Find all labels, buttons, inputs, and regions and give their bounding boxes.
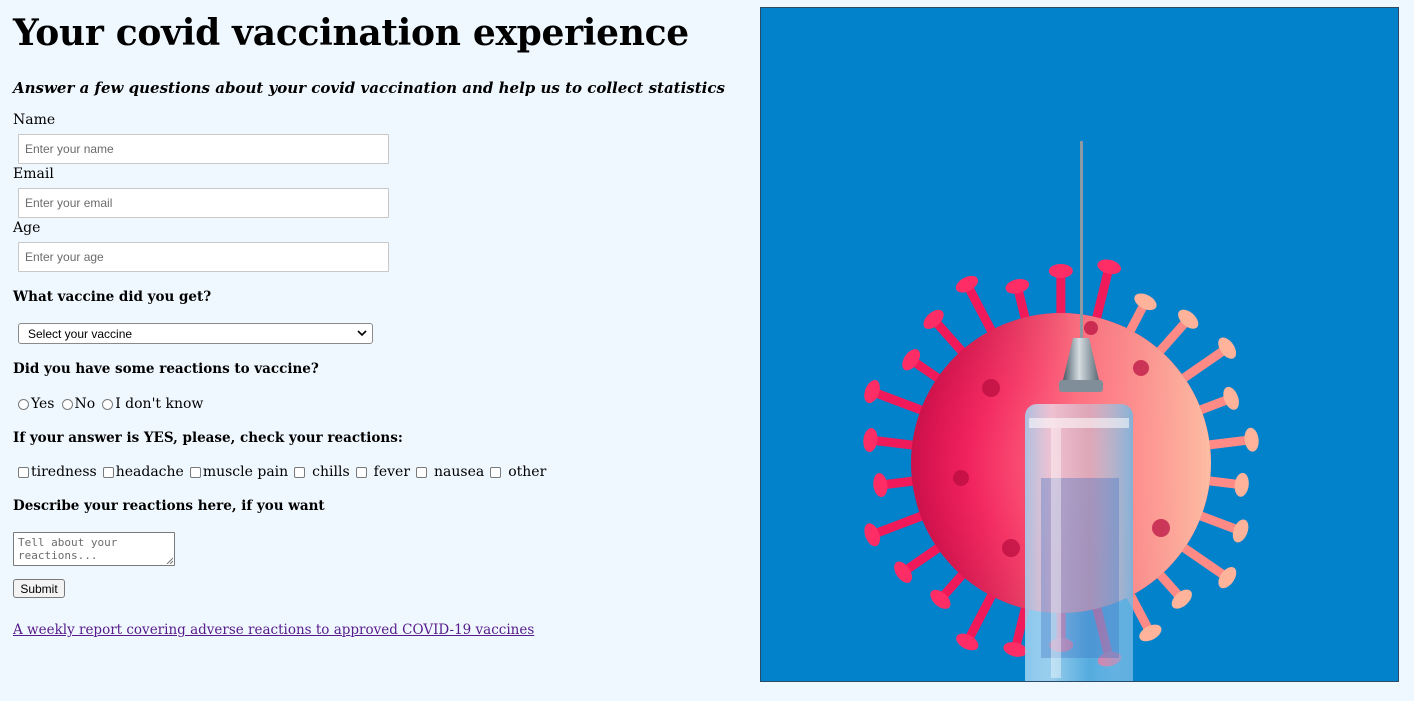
checkbox[interactable] bbox=[355, 466, 367, 478]
checkbox-label: tiredness bbox=[31, 464, 97, 480]
adverse-reactions-report-link[interactable]: A weekly report covering adverse reactio… bbox=[13, 622, 534, 638]
email-input[interactable] bbox=[18, 188, 389, 218]
checkbox-option-headache[interactable]: headache bbox=[102, 464, 184, 480]
virus-spike-tip bbox=[873, 473, 888, 498]
virus-spike-tip bbox=[1097, 259, 1121, 275]
radio-button[interactable] bbox=[18, 398, 29, 410]
radio-label: No bbox=[74, 396, 96, 412]
submit-button[interactable]: Submit bbox=[13, 579, 65, 598]
radio-button[interactable] bbox=[61, 398, 73, 410]
radio-label: Yes bbox=[31, 396, 55, 412]
checkbox[interactable] bbox=[102, 466, 114, 478]
name-label: Name bbox=[13, 112, 56, 128]
virus-spike-tip bbox=[1005, 278, 1030, 294]
checkbox[interactable] bbox=[416, 466, 428, 478]
page: Your covid vaccination experience Answer… bbox=[0, 0, 1414, 701]
checkbox-option-fever[interactable]: fever bbox=[355, 464, 411, 480]
virus-spike-tip bbox=[1003, 642, 1027, 657]
textarea-placeholder: Tell about your reactions... bbox=[18, 536, 118, 562]
resize-handle-icon[interactable] bbox=[166, 557, 173, 564]
checkbox-label: nausea bbox=[434, 464, 485, 480]
reaction-list-question: If your answer is YES, please, check you… bbox=[13, 430, 403, 446]
checkbox-option-chills[interactable]: chills bbox=[294, 464, 350, 480]
virus-spike-tip bbox=[1234, 472, 1249, 497]
page-subtitle: Answer a few questions about your covid … bbox=[13, 79, 725, 97]
checkbox-label: headache bbox=[115, 464, 184, 480]
age-label: Age bbox=[13, 220, 41, 236]
vaccine-syringe-virus-illustration bbox=[863, 141, 1259, 681]
reactions-radio-group: Yes No I don't know bbox=[18, 396, 210, 412]
vaccine-question: What vaccine did you get? bbox=[13, 289, 212, 305]
page-title: Your covid vaccination experience bbox=[13, 12, 689, 54]
radio-option-dont-know[interactable]: I don't know bbox=[102, 396, 203, 412]
checkbox[interactable] bbox=[18, 466, 29, 478]
vaccine-select[interactable]: Select your vaccine bbox=[18, 323, 373, 344]
chevron-down-icon bbox=[357, 330, 367, 337]
name-input[interactable] bbox=[18, 134, 389, 164]
checkbox-label: chills bbox=[312, 464, 350, 480]
age-input[interactable] bbox=[18, 242, 389, 272]
radio-label: I don't know bbox=[115, 396, 204, 412]
radio-option-yes[interactable]: Yes bbox=[18, 396, 55, 412]
checkbox-option-other[interactable]: other bbox=[490, 464, 546, 480]
checkbox-option-muscle-pain[interactable]: muscle pain bbox=[189, 464, 289, 480]
checkbox-label: muscle pain bbox=[202, 464, 289, 480]
checkbox[interactable] bbox=[490, 466, 502, 478]
radio-button[interactable] bbox=[102, 398, 114, 410]
checkbox-label: fever bbox=[373, 464, 411, 480]
checkbox[interactable] bbox=[294, 466, 306, 478]
describe-question: Describe your reactions here, if you wan… bbox=[13, 498, 325, 514]
hero-image bbox=[760, 7, 1399, 682]
virus-spike-tip bbox=[1048, 264, 1073, 279]
checkbox[interactable] bbox=[189, 466, 201, 478]
virus-spike-tip bbox=[863, 428, 878, 452]
checkbox-option-nausea[interactable]: nausea bbox=[416, 464, 484, 480]
radio-option-no[interactable]: No bbox=[61, 396, 96, 412]
vaccine-select-value: Select your vaccine bbox=[28, 326, 133, 341]
reactions-question: Did you have some reactions to vaccine? bbox=[13, 361, 319, 377]
checkbox-label: other bbox=[508, 464, 547, 480]
checkbox-option-tiredness[interactable]: tiredness bbox=[18, 464, 97, 480]
reactions-checkbox-group: tiredness headache muscle pain chills fe… bbox=[18, 464, 552, 480]
reactions-textarea[interactable]: Tell about your reactions... bbox=[13, 532, 175, 566]
virus-spike-tip bbox=[1244, 427, 1259, 452]
email-label: Email bbox=[13, 166, 54, 182]
